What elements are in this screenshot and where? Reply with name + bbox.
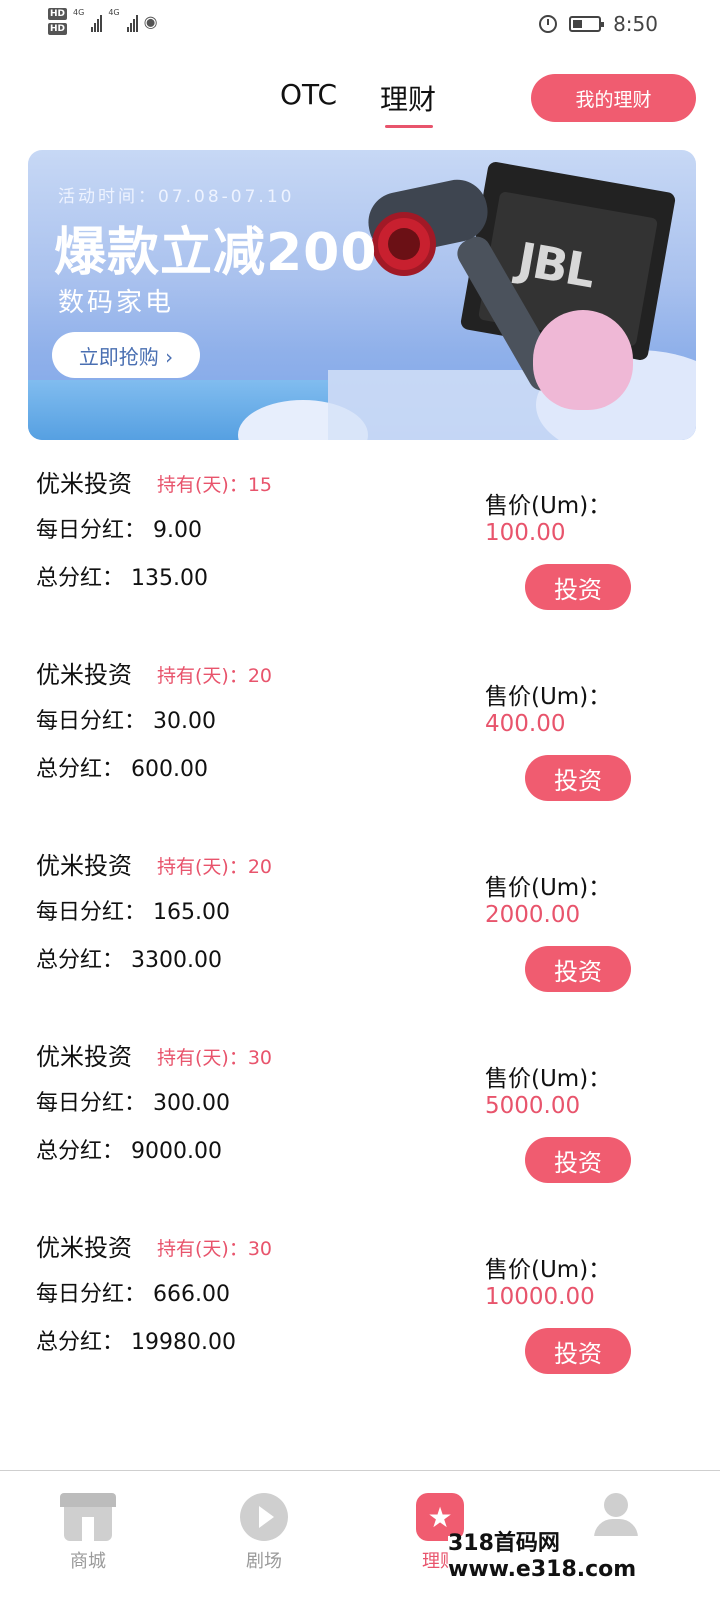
nav-item-theater[interactable]: 剧场 — [204, 1485, 324, 1585]
nav-item-shop[interactable]: 商城 — [28, 1485, 148, 1585]
hold-days: 持有(天)：15 — [157, 474, 273, 496]
hold-days: 持有(天)：30 — [157, 1238, 273, 1260]
hair-dryer-nozzle-image — [372, 212, 436, 276]
nav-label: 商城 — [70, 1551, 106, 1572]
product-name: 优米投资 — [36, 470, 132, 498]
product-item: 优米投资 持有(天)：15 每日分红： 9.00 总分红： 135.00 售价(… — [0, 460, 720, 650]
promo-banner[interactable]: JBL 活动时间：07.08-07.10 爆款立减200 数码家电 立即抢购 › — [28, 150, 696, 440]
product-name: 优米投资 — [36, 1043, 132, 1071]
play-icon — [240, 1493, 288, 1541]
total-dividend: 总分红： 3300.00 — [36, 948, 222, 973]
shop-icon — [60, 1493, 116, 1541]
network-label-2: 4G — [108, 8, 120, 17]
price-value: 2000.00 — [485, 902, 581, 928]
product-item: 优米投资 持有(天)：30 每日分红： 666.00 总分红： 19980.00… — [0, 1224, 720, 1414]
tab-licai[interactable]: 理财 — [380, 78, 436, 118]
status-right: 8:50 — [539, 12, 658, 36]
banner-event-time: 活动时间：07.08-07.10 — [58, 187, 295, 207]
hd-indicators: HD HD — [48, 8, 68, 35]
daily-dividend: 每日分红： 165.00 — [36, 900, 230, 925]
price-value: 400.00 — [485, 711, 566, 737]
hd-badge-1: HD — [48, 8, 68, 20]
banner-subtitle: 数码家电 — [58, 288, 175, 318]
invest-button[interactable]: 投资 — [525, 564, 631, 610]
top-header: OTC 理财 我的理财 — [0, 68, 720, 128]
total-dividend: 总分红： 600.00 — [36, 757, 208, 782]
daily-dividend: 每日分红： 666.00 — [36, 1282, 230, 1307]
hold-days: 持有(天)：20 — [157, 665, 273, 687]
hotspot-icon: ◉ — [143, 12, 158, 31]
hold-days: 持有(天)：20 — [157, 856, 273, 878]
total-dividend: 总分红： 19980.00 — [36, 1330, 236, 1355]
hd-badge-2: HD — [48, 23, 68, 35]
price-label: 售价(Um)： — [485, 1257, 612, 1283]
daily-dividend: 每日分红： 30.00 — [36, 709, 216, 734]
total-dividend: 总分红： 9000.00 — [36, 1139, 222, 1164]
price-label: 售价(Um)： — [485, 1066, 612, 1092]
active-tab-indicator — [385, 125, 433, 128]
product-name: 优米投资 — [36, 661, 132, 689]
banner-title: 爆款立减200 — [54, 223, 378, 283]
cleansing-brush-image — [533, 310, 633, 410]
product-name: 优米投资 — [36, 852, 132, 880]
invest-button[interactable]: 投资 — [525, 755, 631, 801]
my-licai-button[interactable]: 我的理财 — [531, 74, 696, 122]
status-time: 8:50 — [613, 12, 658, 36]
alarm-icon — [539, 15, 558, 33]
price-label: 售价(Um)： — [485, 493, 612, 519]
signal-icon-2 — [126, 12, 138, 32]
price-value: 5000.00 — [485, 1093, 581, 1119]
total-dividend: 总分红： 135.00 — [36, 566, 208, 591]
daily-dividend: 每日分红： 9.00 — [36, 518, 202, 543]
site-watermark: 318首码网 www.e318.com — [448, 1531, 718, 1582]
signal-icon-1 — [91, 12, 103, 32]
product-item: 优米投资 持有(天)：20 每日分红： 30.00 总分红： 600.00 售价… — [0, 651, 720, 841]
hold-days: 持有(天)：30 — [157, 1047, 273, 1069]
daily-dividend: 每日分红： 300.00 — [36, 1091, 230, 1116]
buy-now-button[interactable]: 立即抢购 › — [52, 332, 200, 378]
product-item: 优米投资 持有(天)：20 每日分红： 165.00 总分红： 3300.00 … — [0, 842, 720, 1032]
invest-button[interactable]: 投资 — [525, 1328, 631, 1374]
invest-button[interactable]: 投资 — [525, 946, 631, 992]
battery-icon — [569, 16, 605, 32]
status-bar: HD HD 4G 4G ◉ 8:50 — [0, 0, 720, 50]
price-label: 售价(Um)： — [485, 684, 612, 710]
price-value: 100.00 — [485, 520, 566, 546]
tab-otc[interactable]: OTC — [280, 78, 337, 111]
product-name: 优米投资 — [36, 1234, 132, 1262]
price-value: 10000.00 — [485, 1284, 595, 1310]
invest-button[interactable]: 投资 — [525, 1137, 631, 1183]
nav-label: 剧场 — [246, 1551, 282, 1572]
price-label: 售价(Um)： — [485, 875, 612, 901]
status-left: HD HD 4G 4G ◉ — [48, 8, 158, 35]
network-label-1: 4G — [73, 8, 85, 17]
product-item: 优米投资 持有(天)：30 每日分红： 300.00 总分红： 9000.00 … — [0, 1033, 720, 1223]
